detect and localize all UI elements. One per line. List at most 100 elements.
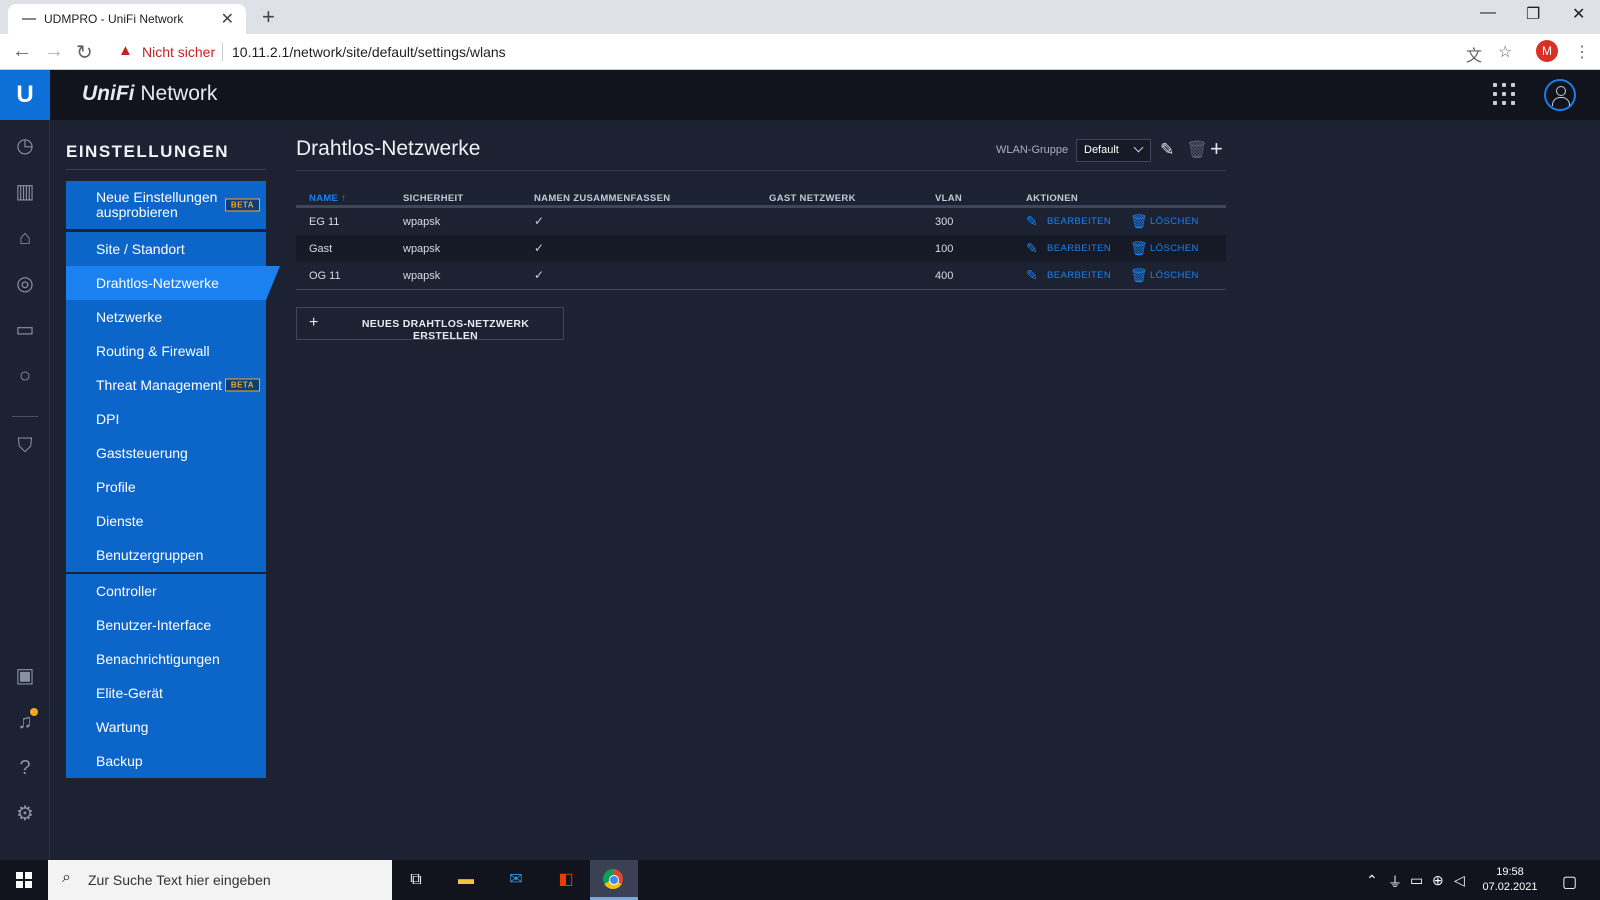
- insecure-label[interactable]: Nicht sicher: [142, 44, 215, 60]
- reload-icon[interactable]: ↻: [76, 40, 93, 65]
- chrome-taskbar-button[interactable]: [590, 860, 638, 900]
- column-header-merge-names[interactable]: NAMEN ZUSAMMENFASSEN: [534, 193, 670, 204]
- column-header-security[interactable]: SICHERHEIT: [403, 193, 464, 204]
- nav-item-user-interface[interactable]: Benutzer-Interface: [66, 608, 266, 642]
- nav-item-user-groups[interactable]: Benutzergruppen: [66, 538, 266, 572]
- nav-item-threat-management[interactable]: Threat Management BETA: [66, 368, 266, 402]
- statistics-icon[interactable]: ▥: [13, 180, 37, 204]
- mail-icon[interactable]: ✉: [505, 870, 527, 890]
- action-center-icon[interactable]: ▢: [1562, 872, 1577, 892]
- clients-icon[interactable]: ▭: [13, 318, 37, 342]
- tray-usb-icon[interactable]: ⏚: [1388, 872, 1402, 892]
- create-wireless-network-button[interactable]: + NEUES DRAHTLOS-NETZWERK ERSTELLEN: [296, 307, 564, 342]
- insights-icon[interactable]: ○: [13, 364, 37, 388]
- nav-item-site[interactable]: Site / Standort: [66, 232, 266, 266]
- task-view-icon[interactable]: ⧉: [405, 870, 427, 890]
- column-header-name[interactable]: NAME ↑: [309, 193, 346, 204]
- delete-trash-icon[interactable]: 🗑: [1130, 213, 1148, 230]
- nav-item-dpi[interactable]: DPI: [66, 402, 266, 436]
- taskbar-clock[interactable]: 19:58 07.02.2021: [1480, 865, 1540, 895]
- settings-gear-icon[interactable]: ⚙: [13, 802, 37, 826]
- warning-icon[interactable]: ▲: [118, 42, 133, 59]
- check-icon: ✓: [534, 268, 545, 282]
- cell-vlan: 100: [935, 243, 954, 255]
- volume-icon[interactable]: ◁: [1454, 872, 1465, 889]
- browser-menu-icon[interactable]: ⋮: [1574, 42, 1590, 62]
- events-calendar-icon[interactable]: ▣: [13, 664, 37, 688]
- restore-icon[interactable]: ❐: [1526, 4, 1540, 24]
- cell-security: wpapsk: [403, 216, 441, 228]
- browser-tab[interactable]: UDMPRO - UniFi Network ✕: [8, 4, 246, 34]
- cell-name: EG 11: [309, 216, 340, 228]
- help-icon[interactable]: ?: [13, 756, 37, 780]
- battery-icon[interactable]: ▭: [1410, 872, 1423, 889]
- new-tab-icon[interactable]: +: [262, 4, 275, 30]
- nav-item-elite-device[interactable]: Elite-Gerät: [66, 676, 266, 710]
- nav-item-services[interactable]: Dienste: [66, 504, 266, 538]
- ubiquiti-logo[interactable]: U: [0, 70, 50, 120]
- delete-trash-icon[interactable]: 🗑: [1130, 267, 1148, 284]
- edit-link[interactable]: BEARBEITEN: [1047, 216, 1111, 227]
- edit-pencil-icon[interactable]: ✎: [1160, 140, 1174, 160]
- nav-item-notifications[interactable]: Benachrichtigungen: [66, 642, 266, 676]
- notifications-bell-icon[interactable]: ♫: [13, 708, 38, 734]
- close-window-icon[interactable]: ✕: [1572, 4, 1585, 24]
- nav-item-wireless-networks[interactable]: Drahtlos-Netzwerke: [66, 266, 280, 300]
- edit-pencil-icon[interactable]: ✎: [1026, 240, 1038, 257]
- table-bottom-border: [296, 289, 1226, 290]
- nav-item-controller[interactable]: Controller: [66, 574, 266, 608]
- edit-pencil-icon[interactable]: ✎: [1026, 213, 1038, 230]
- nav-item-maintenance[interactable]: Wartung: [66, 710, 266, 744]
- devices-icon[interactable]: ◎: [13, 272, 37, 296]
- bookmark-star-icon[interactable]: ☆: [1498, 42, 1512, 62]
- taskbar-search[interactable]: ⌕ Zur Suche Text hier eingeben: [48, 860, 392, 900]
- close-tab-icon[interactable]: ✕: [221, 9, 234, 29]
- minimize-icon[interactable]: —: [1480, 4, 1496, 22]
- account-icon[interactable]: [1544, 79, 1576, 111]
- table-row: OG 11 wpapsk ✓ 400 ✎ BEARBEITEN 🗑 LÖSCHE…: [296, 262, 1226, 289]
- table-row: EG 11 wpapsk ✓ 300 ✎ BEARBEITEN 🗑 LÖSCHE…: [296, 208, 1226, 235]
- windows-start-icon[interactable]: [16, 872, 32, 888]
- omnibox[interactable]: ▲ Nicht sicher 10.11.2.1/network/site/de…: [108, 38, 1508, 66]
- notification-dot: [30, 708, 38, 716]
- add-plus-icon[interactable]: +: [1210, 136, 1223, 162]
- edit-pencil-icon[interactable]: ✎: [1026, 267, 1038, 284]
- back-icon[interactable]: ←: [12, 40, 32, 63]
- wlan-group-select[interactable]: Default: [1076, 139, 1151, 162]
- office-icon[interactable]: ◧: [555, 870, 577, 890]
- delete-trash-icon[interactable]: 🗑: [1186, 140, 1208, 160]
- unifi-header: U UniFi Network: [0, 70, 1600, 120]
- map-icon[interactable]: ⌂: [13, 226, 37, 250]
- edit-link[interactable]: BEARBEITEN: [1047, 243, 1111, 254]
- nav-item-networks[interactable]: Netzwerke: [66, 300, 266, 334]
- apps-grid-icon[interactable]: [1493, 83, 1515, 105]
- delete-link[interactable]: LÖSCHEN: [1150, 216, 1199, 227]
- nav-item-guest-control[interactable]: Gaststeuerung: [66, 436, 266, 470]
- column-header-actions: AKTIONEN: [1026, 193, 1079, 204]
- column-header-guest[interactable]: GAST NETZWERK: [769, 193, 856, 204]
- edit-link[interactable]: BEARBEITEN: [1047, 270, 1111, 281]
- delete-link[interactable]: LÖSCHEN: [1150, 270, 1199, 281]
- security-shield-icon[interactable]: ⛉: [13, 434, 37, 458]
- check-icon: ✓: [534, 241, 545, 255]
- dashboard-icon[interactable]: ◷: [13, 134, 37, 158]
- nav-item-profiles[interactable]: Profile: [66, 470, 266, 504]
- delete-trash-icon[interactable]: 🗑: [1130, 240, 1148, 257]
- page-title: Drahtlos-Netzwerke: [296, 137, 481, 160]
- nav-item-new-settings[interactable]: Neue Einstellungen ausprobieren BETA: [66, 181, 266, 229]
- url-text[interactable]: 10.11.2.1/network/site/default/settings/…: [232, 44, 506, 60]
- nav-item-routing-firewall[interactable]: Routing & Firewall: [66, 334, 266, 368]
- translate-icon[interactable]: 文: [1466, 42, 1482, 66]
- windows-taskbar: ⌕ Zur Suche Text hier eingeben ⧉ ▬ ✉ ◧ ⌃…: [0, 860, 1600, 900]
- nav-item-backup[interactable]: Backup: [66, 744, 266, 778]
- tray-chevron-up-icon[interactable]: ⌃: [1366, 872, 1378, 889]
- plus-icon: +: [309, 314, 319, 331]
- file-explorer-icon[interactable]: ▬: [455, 870, 477, 890]
- profile-avatar[interactable]: M: [1536, 40, 1558, 62]
- forward-icon[interactable]: →: [44, 40, 64, 63]
- clock-time: 19:58: [1496, 866, 1524, 878]
- chrome-icon: [603, 869, 623, 889]
- delete-link[interactable]: LÖSCHEN: [1150, 243, 1199, 254]
- column-header-vlan[interactable]: VLAN: [935, 193, 962, 204]
- network-globe-icon[interactable]: ⊕: [1432, 872, 1444, 889]
